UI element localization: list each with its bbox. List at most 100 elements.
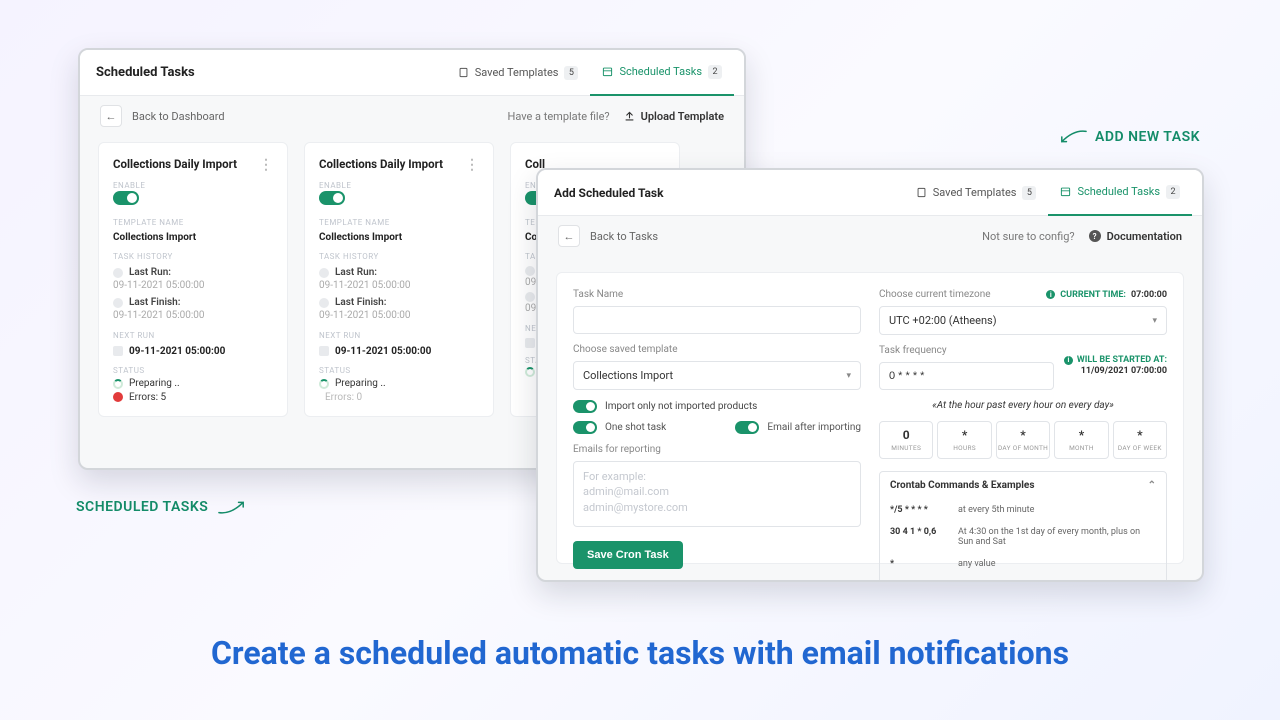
timezone-value: UTC +02:00 (Atheens) (889, 314, 997, 327)
cron-month[interactable]: *MONTH (1054, 421, 1108, 459)
upload-hint: Have a template file? (507, 110, 609, 123)
enable-toggle[interactable] (113, 191, 139, 205)
enable-label: ENABLE (319, 181, 479, 192)
last-run-value: 09-11-2021 05:00:00 (319, 279, 479, 293)
callout-label: SCHEDULED TASKS (76, 499, 208, 515)
back-button[interactable]: ← Back to Dashboard (100, 105, 225, 127)
last-run-value: 09-11-2021 05:00:00 (113, 279, 273, 293)
emails-label: Emails for reporting (573, 444, 861, 455)
frequency-description: «At the hour past every hour on every da… (879, 400, 1167, 411)
option-import-only: Import only not imported products (573, 400, 861, 413)
template-select-value: Collections Import (583, 369, 673, 382)
example-row: */5 * * * *at every 5th minute (880, 499, 1166, 521)
chevron-down-icon: ▾ (1152, 316, 1157, 326)
callout-label: ADD NEW TASK (1095, 129, 1200, 145)
tab-scheduled-tasks[interactable]: Scheduled Tasks 2 (1048, 170, 1192, 216)
documentation-label: Documentation (1107, 230, 1182, 243)
status-errors: Errors: 5 (129, 391, 166, 405)
import-only-toggle[interactable] (573, 400, 597, 413)
task-card: Collections Daily Import⋮ ENABLE TEMPLAT… (98, 142, 288, 417)
timezone-label: Choose current timezone (879, 289, 991, 300)
emails-textarea[interactable]: For example: admin@mail.com admin@mystor… (573, 461, 861, 527)
status-preparing: Preparing .. (335, 377, 386, 391)
arrow-left-icon: ← (558, 225, 580, 247)
callout-add-new-task: ADD NEW TASK (1059, 128, 1200, 146)
option-label: Email after importing (767, 422, 861, 433)
example-row: *any value (880, 553, 1166, 575)
page-title: Scheduled Tasks (90, 65, 195, 80)
back-label: Back to Dashboard (132, 110, 225, 123)
chevron-down-icon: ▾ (846, 371, 851, 381)
current-time-value: 07:00:00 (1131, 290, 1167, 300)
tab-label: Saved Templates (475, 66, 559, 79)
enable-toggle[interactable] (319, 191, 345, 205)
status-errors: Errors: 0 (325, 391, 362, 405)
cron-hours[interactable]: *HOURS (937, 421, 991, 459)
template-name-label: TEMPLATE NAME (113, 218, 273, 229)
chevron-up-icon: ⌃ (1148, 480, 1156, 491)
spinner-icon (525, 367, 535, 377)
frequency-label: Task frequency (879, 345, 1054, 356)
task-name-label: Task Name (573, 289, 861, 300)
tab-label: Scheduled Tasks (619, 65, 702, 78)
last-run-label: Last Run: (335, 266, 377, 280)
clock-icon (319, 268, 329, 278)
page-title: Add Scheduled Task (548, 186, 664, 200)
tab-saved-templates[interactable]: Saved Templates 5 (446, 50, 591, 96)
task-history-label: TASK HISTORY (113, 252, 273, 263)
badge: 2 (708, 65, 722, 79)
cron-day-of-month[interactable]: *DAY OF MONTH (996, 421, 1050, 459)
task-title: Collections Daily Import (113, 157, 237, 173)
example-row: ,value list separator (880, 575, 1166, 582)
calendar-icon (1060, 186, 1071, 197)
next-run-value: 09-11-2021 05:00:00 (335, 345, 431, 359)
upload-template-button[interactable]: Upload Template (624, 110, 724, 123)
tabs: Saved Templates 5 Scheduled Tasks 2 (904, 170, 1192, 216)
documentation-link[interactable]: ? Documentation (1089, 230, 1182, 243)
frequency-input[interactable] (879, 362, 1054, 390)
badge: 5 (1022, 186, 1036, 200)
current-time-label: CURRENT TIME: (1060, 290, 1126, 300)
add-scheduled-task-window: Add Scheduled Task Saved Templates 5 Sch… (536, 168, 1204, 582)
accordion-header[interactable]: Crontab Commands & Examples ⌃ (880, 472, 1166, 499)
clock-icon (525, 292, 535, 302)
option-label: Import only not imported products (605, 401, 757, 412)
arrow-icon (218, 498, 246, 516)
calendar-icon (113, 346, 123, 356)
last-run-label: Last Run: (129, 266, 171, 280)
task-name-input[interactable] (573, 306, 861, 334)
tab-scheduled-tasks[interactable]: Scheduled Tasks 2 (590, 50, 734, 96)
timezone-select[interactable]: UTC +02:00 (Atheens) ▾ (879, 306, 1167, 335)
window-header: Scheduled Tasks Saved Templates 5 Schedu… (80, 50, 744, 96)
email-after-toggle[interactable] (735, 421, 759, 434)
cron-boxes: 0MINUTES *HOURS *DAY OF MONTH *MONTH *DA… (879, 421, 1167, 459)
start-label: WILL BE STARTED AT: (1077, 355, 1167, 366)
next-run-value: 09-11-2021 05:00:00 (129, 345, 225, 359)
cron-minutes[interactable]: 0MINUTES (879, 421, 933, 459)
spinner-icon (113, 379, 123, 389)
current-time: i CURRENT TIME: 07:00:00 (1046, 290, 1167, 300)
option-row: One shot task Email after importing (573, 421, 861, 434)
callout-scheduled-tasks: SCHEDULED TASKS (76, 498, 246, 516)
upload-icon (624, 111, 635, 122)
task-history-label: TASK HISTORY (319, 252, 479, 263)
save-button[interactable]: Save Cron Task (573, 541, 683, 569)
status-label: STATUS (113, 366, 273, 377)
one-shot-toggle[interactable] (573, 421, 597, 434)
example-row: 30 4 1 * 0,6At 4:30 on the 1st day of ev… (880, 521, 1166, 553)
calendar-icon (525, 338, 535, 348)
status-preparing: Preparing .. (129, 377, 180, 391)
spinner-icon (319, 379, 329, 389)
start-info: iWILL BE STARTED AT: 11/09/2021 07:00:00 (1064, 345, 1167, 377)
last-finish-label: Last Finish: (335, 296, 387, 310)
back-button[interactable]: ← Back to Tasks (558, 225, 658, 247)
error-icon (113, 392, 123, 402)
badge: 2 (1166, 185, 1180, 199)
tagline: Create a scheduled automatic tasks with … (0, 634, 1280, 672)
upload-label: Upload Template (641, 110, 724, 123)
clock-icon (525, 266, 535, 276)
tab-saved-templates[interactable]: Saved Templates 5 (904, 170, 1049, 216)
template-select[interactable]: Collections Import ▾ (573, 361, 861, 390)
cron-day-of-week[interactable]: *DAY OF WEEK (1113, 421, 1167, 459)
toolbar-right: Have a template file? Upload Template (507, 110, 724, 123)
